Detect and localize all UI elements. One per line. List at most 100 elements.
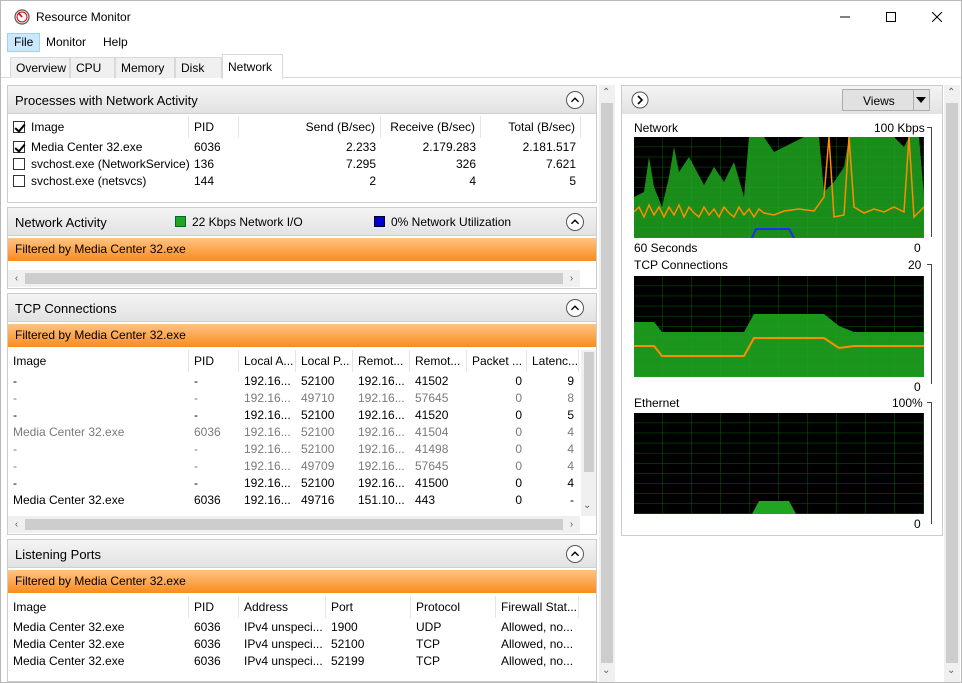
- cell-ra: 192.16...: [358, 442, 405, 456]
- section-header[interactable]: Processes with Network Activity: [8, 86, 596, 114]
- cell-lat: -: [570, 493, 574, 507]
- tab-cpu[interactable]: CPU: [70, 57, 115, 78]
- minimize-button[interactable]: [822, 1, 868, 32]
- table-row[interactable]: - - 192.16... 52100 192.16... 41498 0 4: [8, 441, 596, 458]
- section-header[interactable]: Listening Ports: [8, 540, 596, 568]
- expand-right-icon[interactable]: [631, 91, 649, 109]
- table-row[interactable]: svchost.exe (NetworkService) 136 7.295 3…: [8, 156, 596, 173]
- cell-ra: 192.16...: [358, 459, 405, 473]
- col-protocol[interactable]: Protocol: [411, 596, 496, 618]
- filter-bar: Filtered by Media Center 32.exe: [8, 238, 596, 261]
- col-local-address[interactable]: Local A...: [239, 350, 296, 372]
- cell-la: 192.16...: [244, 442, 291, 456]
- col-image[interactable]: Image: [8, 596, 189, 618]
- left-pane-vertical-scrollbar[interactable]: ⌃ ⌄: [599, 85, 615, 682]
- scrollbar-thumb[interactable]: [946, 103, 958, 663]
- collapse-up-icon[interactable]: [566, 213, 584, 231]
- cell-lp: 52100: [301, 374, 335, 388]
- col-pid[interactable]: PID: [189, 350, 239, 372]
- col-image[interactable]: Image: [8, 116, 189, 138]
- table-row[interactable]: - - 192.16... 49710 192.16... 57645 0 8: [8, 390, 596, 407]
- col-latency[interactable]: Latenc...: [527, 350, 579, 372]
- cell-la: 192.16...: [244, 391, 291, 405]
- tab-disk[interactable]: Disk: [175, 57, 222, 78]
- collapse-up-icon[interactable]: [566, 299, 584, 317]
- table-row[interactable]: - - 192.16... 52100 192.16... 41520 0 5: [8, 407, 596, 424]
- table-row[interactable]: Media Center 32.exe 6036 IPv4 unspeci... 19…: [8, 619, 596, 636]
- cell-pl: 0: [515, 476, 522, 490]
- table-row[interactable]: - - 192.16... 52100 192.16... 41500 0 4: [8, 475, 596, 492]
- col-remote-port[interactable]: Remot...: [410, 350, 467, 372]
- cell-lp: 52100: [301, 425, 335, 439]
- horizontal-scrollbar[interactable]: ‹ ›: [8, 270, 580, 287]
- scroll-down-icon[interactable]: ⌄: [947, 665, 955, 676]
- select-all-checkbox[interactable]: [13, 121, 25, 133]
- tab-overview[interactable]: Overview: [10, 57, 70, 78]
- menu-help[interactable]: Help: [97, 33, 134, 52]
- tcp-vertical-scrollbar[interactable]: ⌄: [581, 350, 596, 516]
- tcp-graph: [634, 276, 924, 377]
- scrollbar-thumb[interactable]: [584, 352, 594, 472]
- col-remote-address[interactable]: Remot...: [353, 350, 410, 372]
- network-graph: [634, 137, 924, 238]
- col-send[interactable]: Send (B/sec): [239, 116, 381, 138]
- table-row[interactable]: Media Center 32.exe 6036 192.16... 49716 151…: [8, 492, 596, 509]
- scrollbar-thumb[interactable]: [25, 273, 563, 284]
- scroll-right-icon[interactable]: ›: [563, 516, 580, 533]
- graph-pane-vertical-scrollbar[interactable]: ⌃ ⌄: [944, 85, 960, 682]
- row-checkbox[interactable]: [13, 175, 25, 187]
- scroll-up-icon[interactable]: ⌃: [602, 87, 610, 98]
- tab-memory[interactable]: Memory: [115, 57, 175, 78]
- col-address[interactable]: Address: [239, 596, 326, 618]
- scroll-left-icon[interactable]: ‹: [8, 270, 25, 287]
- close-button[interactable]: [914, 1, 960, 32]
- scrollbar-thumb[interactable]: [25, 519, 563, 530]
- network-graph-min: 0: [914, 241, 921, 255]
- tab-network[interactable]: Network: [222, 54, 283, 79]
- scroll-down-icon[interactable]: ⌄: [583, 500, 591, 511]
- network-graph-max: 100 Kbps: [874, 121, 925, 135]
- section-header[interactable]: TCP Connections: [8, 294, 596, 322]
- views-dropdown[interactable]: Views: [842, 89, 930, 111]
- maximize-button[interactable]: [868, 1, 914, 32]
- col-pid[interactable]: PID: [189, 116, 239, 138]
- cell-pid: 6036: [194, 493, 221, 507]
- col-total[interactable]: Total (B/sec): [481, 116, 581, 138]
- col-image[interactable]: Image: [8, 350, 189, 372]
- menu-monitor[interactable]: Monitor: [40, 33, 92, 52]
- col-receive[interactable]: Receive (B/sec): [381, 116, 481, 138]
- cell-port: 1900: [331, 620, 358, 634]
- table-row[interactable]: - - 192.16... 52100 192.16... 41502 0 9: [8, 373, 596, 390]
- col-port[interactable]: Port: [326, 596, 411, 618]
- section-header[interactable]: Network Activity 22 Kbps Network I/O 0% …: [8, 208, 596, 236]
- network-graph-title: Network: [634, 121, 679, 135]
- cell-port: 52199: [331, 654, 365, 668]
- row-checkbox[interactable]: [13, 158, 25, 170]
- col-pid[interactable]: PID: [189, 596, 239, 618]
- scroll-down-icon[interactable]: ⌄: [602, 665, 610, 676]
- collapse-up-icon[interactable]: [566, 545, 584, 563]
- scroll-up-icon[interactable]: ⌃: [947, 87, 955, 98]
- col-local-port[interactable]: Local P...: [296, 350, 353, 372]
- resource-monitor-window: Resource Monitor File Monitor Help Overv…: [0, 0, 962, 683]
- ethernet-graph-min: 0: [914, 517, 921, 531]
- horizontal-scrollbar[interactable]: ‹ ›: [8, 516, 580, 533]
- cell-image: -: [13, 374, 17, 388]
- collapse-up-icon[interactable]: [566, 91, 584, 109]
- table-row[interactable]: - - 192.16... 49709 192.16... 57645 0 4: [8, 458, 596, 475]
- scroll-left-icon[interactable]: ‹: [8, 516, 25, 533]
- col-firewall-status[interactable]: Firewall Stat...: [496, 596, 579, 618]
- table-row[interactable]: Media Center 32.exe 6036 2.233 2.179.283…: [8, 139, 596, 156]
- table-row[interactable]: svchost.exe (netsvcs) 144 2 4 5: [8, 173, 596, 190]
- listening-ports-section: Listening Ports Filtered by Media Center…: [7, 539, 597, 682]
- table-row[interactable]: Media Center 32.exe 6036 IPv4 unspeci... 52…: [8, 653, 596, 670]
- scroll-right-icon[interactable]: ›: [563, 270, 580, 287]
- scrollbar-thumb[interactable]: [601, 103, 613, 663]
- cell-pid: -: [194, 374, 198, 388]
- network-io-legend: [175, 216, 186, 227]
- col-packet-loss[interactable]: Packet ...: [467, 350, 527, 372]
- row-checkbox[interactable]: [13, 141, 25, 153]
- menu-file[interactable]: File: [7, 33, 41, 52]
- table-row[interactable]: Media Center 32.exe 6036 IPv4 unspeci... 52…: [8, 636, 596, 653]
- table-row[interactable]: Media Center 32.exe 6036 192.16... 52100 192…: [8, 424, 596, 441]
